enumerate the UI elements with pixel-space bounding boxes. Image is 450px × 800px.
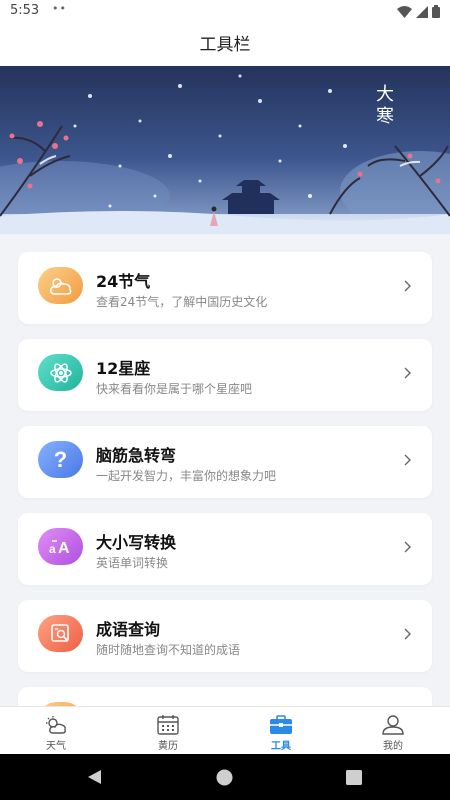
case-convert-icon: aA: [38, 528, 83, 565]
tool-card-riddles[interactable]: ? 脑筋急转弯 一起开发智力，丰富你的想象力吧: [18, 426, 432, 498]
profile-icon: [382, 715, 404, 735]
chevron-right-icon: [404, 628, 411, 640]
chevron-right-icon: [404, 367, 411, 379]
tab-label: 我的: [383, 741, 403, 752]
tab-profile[interactable]: 我的: [337, 707, 449, 755]
tool-title: 成语查询: [96, 620, 161, 639]
tool-title: 24节气: [96, 272, 151, 291]
chevron-right-icon: [404, 280, 411, 292]
tool-card-solar-terms[interactable]: 24节气 查看24节气，了解中国历史文化: [18, 252, 432, 324]
tool-description: 查看24节气，了解中国历史文化: [96, 295, 268, 309]
status-notification-dots: ••: [52, 2, 67, 15]
tab-tools[interactable]: 工具: [225, 707, 337, 755]
tool-description: 英语单词转换: [96, 556, 169, 570]
weather-sun-cloud-icon: [38, 267, 83, 304]
weather-icon: [46, 716, 66, 734]
calendar-icon: [157, 715, 179, 735]
toolbox-icon: [270, 715, 292, 734]
page-title: 工具栏: [0, 24, 450, 66]
tool-card-idiom-search[interactable]: 成语查询 随时随地查询不知道的成语: [18, 600, 432, 672]
svg-text:a: a: [49, 542, 56, 556]
tool-title: 大小写转换: [96, 533, 177, 552]
status-bar: 5:53 ••: [0, 0, 450, 24]
tool-title: 脑筋急转弯: [96, 446, 177, 465]
tab-label: 黄历: [158, 741, 178, 752]
tool-title: 12星座: [96, 359, 151, 378]
battery-icon: [432, 5, 440, 18]
chevron-right-icon: [404, 541, 411, 553]
atom-icon: [38, 354, 83, 391]
tool-card-case-convert[interactable]: aA 大小写转换 英语单词转换: [18, 513, 432, 585]
tool-description: 一起开发智力，丰富你的想象力吧: [96, 469, 277, 483]
back-icon[interactable]: [86, 769, 102, 785]
system-navigation-bar: [0, 754, 450, 800]
search-idiom-icon: [38, 615, 83, 652]
tool-card-partial[interactable]: [18, 687, 432, 706]
tab-label: 天气: [46, 741, 66, 752]
tool-description: 随时随地查询不知道的成语: [96, 643, 241, 657]
chevron-right-icon: [404, 454, 411, 466]
svg-text:A: A: [58, 540, 70, 557]
solar-term-banner: 大寒: [0, 66, 450, 234]
tool-description: 快来看看你是属于哪个星座吧: [96, 382, 253, 396]
tab-label: 工具: [271, 741, 291, 752]
bottom-tab-bar: 天气 黄历 工具 我的: [0, 706, 450, 755]
tool-list: 24节气 查看24节气，了解中国历史文化 12星座 快来看看你是属于哪个星座吧 …: [0, 234, 450, 706]
tab-weather[interactable]: 天气: [0, 707, 112, 755]
home-icon[interactable]: [216, 769, 233, 786]
wifi-icon: [397, 5, 412, 18]
tab-almanac[interactable]: 黄历: [112, 707, 224, 755]
signal-icon: [416, 5, 428, 18]
tool-card-zodiac[interactable]: 12星座 快来看看你是属于哪个星座吧: [18, 339, 432, 411]
status-icons: [397, 5, 440, 18]
banner-caption: 大寒: [376, 84, 394, 127]
question-icon: ?: [38, 441, 83, 478]
status-time: 5:53: [10, 3, 40, 18]
recents-icon[interactable]: [346, 770, 362, 785]
